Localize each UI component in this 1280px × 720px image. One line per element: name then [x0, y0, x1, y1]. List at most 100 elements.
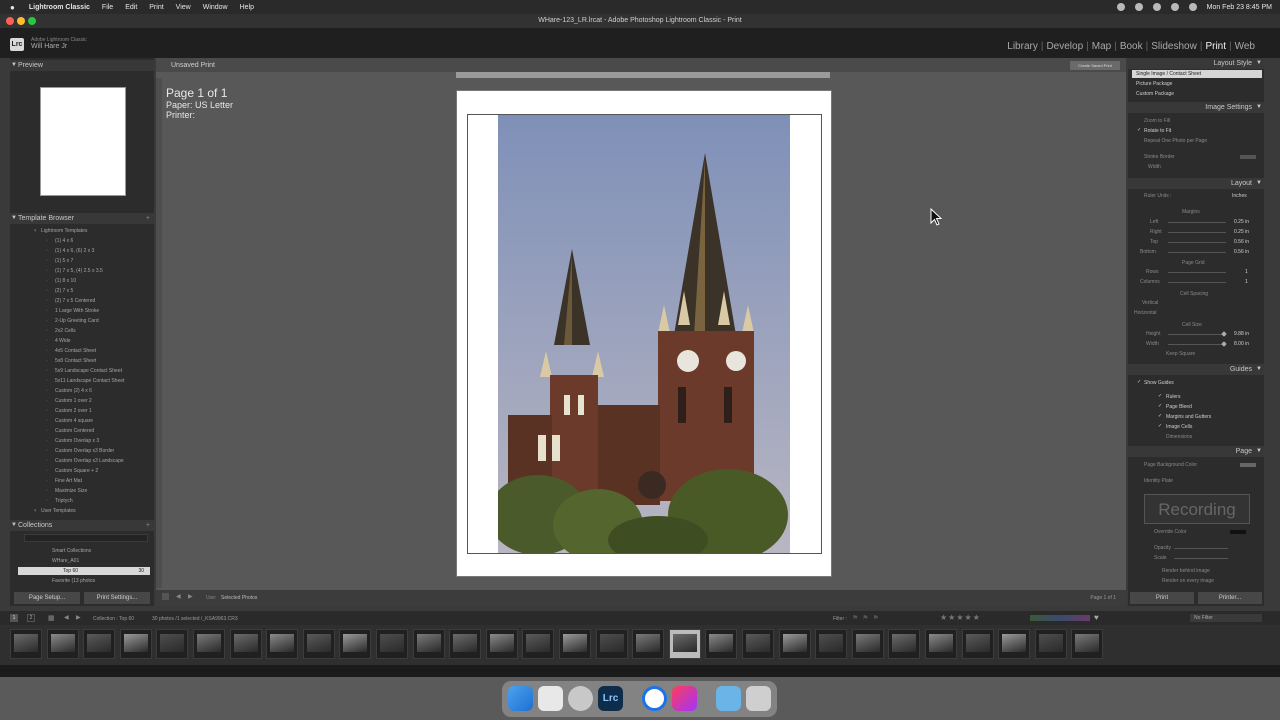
render-every-checkbox[interactable]: Render on every image: [1162, 578, 1214, 584]
filmstrip-thumbnail[interactable]: [485, 629, 518, 659]
zoom-to-fill-checkbox[interactable]: Zoom to Fill: [1144, 118, 1170, 124]
system-settings-icon[interactable]: [568, 686, 593, 711]
filmstrip-thumbnail[interactable]: [193, 629, 225, 659]
create-saved-print-button[interactable]: Create Saved Print: [1070, 61, 1120, 70]
menu-edit[interactable]: Edit: [125, 4, 137, 11]
ruler-units-select[interactable]: Inches: [1232, 193, 1247, 199]
page-header[interactable]: Page ▼: [1128, 446, 1264, 457]
filmstrip-thumbnail[interactable]: [961, 629, 994, 659]
template-item[interactable]: 5x8 Contact Sheet: [10, 356, 154, 366]
template-item[interactable]: Custom Square + 2: [10, 466, 154, 476]
preview-header[interactable]: ▼ Preview: [10, 60, 154, 71]
filmstrip-thumbnail[interactable]: [229, 629, 262, 659]
template-item[interactable]: Fine Art Mat: [10, 476, 154, 486]
height-slider[interactable]: [1168, 334, 1226, 335]
filmstrip-thumbnail[interactable]: [595, 629, 628, 659]
collapse-icon[interactable]: ▼: [1256, 364, 1262, 375]
template-item[interactable]: (1) 5 x 7: [10, 256, 154, 266]
page-background-checkbox[interactable]: Page Background Color: [1144, 462, 1197, 468]
template-item[interactable]: (1) 7 x 5, (4) 2.5 x 3.5: [10, 266, 154, 276]
template-item[interactable]: Maximize Size: [10, 486, 154, 496]
close-window-icon[interactable]: [6, 17, 14, 25]
search-icon[interactable]: [1188, 3, 1197, 11]
collapse-icon[interactable]: ▼: [1256, 446, 1262, 457]
filmstrip-thumbnail[interactable]: [778, 629, 811, 659]
render-behind-checkbox[interactable]: Render behind image: [1162, 568, 1210, 574]
filmstrip-thumbnail[interactable]: [266, 629, 299, 659]
filter-select[interactable]: No Filter: [1190, 614, 1262, 622]
add-template-icon[interactable]: +: [146, 213, 150, 224]
margin-left-value[interactable]: 0.25 in: [1234, 219, 1249, 225]
wifi-icon[interactable]: [1152, 3, 1161, 11]
collapse-icon[interactable]: ▼: [11, 520, 17, 531]
margin-bottom-value[interactable]: 0.56 in: [1234, 249, 1249, 255]
cell-width-slider[interactable]: [1168, 344, 1226, 345]
filmstrip-thumbnail[interactable]: [1034, 629, 1067, 659]
guides-header[interactable]: Guides ▼: [1128, 364, 1264, 375]
filmstrip-thumbnail[interactable]: [339, 629, 372, 659]
church-photo[interactable]: [498, 115, 790, 553]
template-item[interactable]: Custom Overlap x 3: [10, 436, 154, 446]
record-icon[interactable]: [1116, 3, 1125, 11]
filmstrip-thumbnail[interactable]: [10, 629, 42, 659]
template-folder-user[interactable]: User Templates: [10, 506, 154, 516]
show-guides-checkbox[interactable]: Show Guides: [1144, 380, 1174, 386]
filmstrip-thumbnail[interactable]: [998, 629, 1031, 659]
stroke-border-checkbox[interactable]: Stroke Border: [1144, 154, 1175, 160]
collections-header[interactable]: ▼ Collections +: [10, 520, 154, 531]
image-settings-header[interactable]: Image Settings ▼: [1128, 102, 1264, 113]
filmstrip-thumbnail[interactable]: [851, 629, 884, 659]
browser-icon[interactable]: [642, 686, 667, 711]
module-map[interactable]: Map: [1089, 41, 1114, 52]
apple-icon[interactable]: ●: [10, 3, 15, 12]
collapse-icon[interactable]: ▼: [1256, 102, 1262, 113]
use-selector[interactable]: Selected Photos: [221, 595, 257, 601]
collapse-icon[interactable]: ▼: [1256, 178, 1262, 189]
margin-top-slider[interactable]: [1168, 242, 1226, 243]
menu-view[interactable]: View: [176, 4, 191, 11]
color-label-filter[interactable]: [1030, 615, 1090, 621]
rows-slider[interactable]: [1168, 272, 1226, 273]
margin-top-value[interactable]: 0.56 in: [1234, 239, 1249, 245]
page-2-button[interactable]: 2: [27, 614, 35, 622]
layout-style-header[interactable]: Layout Style ▼: [1128, 58, 1264, 69]
margin-right-slider[interactable]: [1168, 232, 1226, 233]
override-color-checkbox[interactable]: Override Color: [1154, 529, 1187, 535]
filmstrip-thumbnail[interactable]: [742, 629, 774, 659]
layout-single-image[interactable]: Single Image / Contact Sheet: [1132, 70, 1262, 78]
template-item[interactable]: 4 Wide: [10, 336, 154, 346]
filmstrip-thumbnail[interactable]: [1071, 629, 1104, 659]
guide-checkbox[interactable]: Rulers: [1166, 394, 1180, 400]
filmstrip-thumbnail[interactable]: [522, 629, 555, 659]
menu-file[interactable]: File: [102, 4, 113, 11]
printer-button[interactable]: Printer...: [1198, 592, 1262, 604]
print-button[interactable]: Print: [1130, 592, 1194, 604]
template-item[interactable]: 5x11 Landscape Contact Sheet: [10, 376, 154, 386]
height-slider-knob[interactable]: [1221, 331, 1227, 337]
first-page-icon[interactable]: ◀: [176, 593, 181, 600]
template-item[interactable]: 2-Up Greeting Card: [10, 316, 154, 326]
template-item[interactable]: (1) 4 x 6, (6) 2 x 3: [10, 246, 154, 256]
filmstrip-thumbnail[interactable]: [668, 629, 701, 659]
template-browser-header[interactable]: ▼ Template Browser +: [10, 213, 154, 224]
flag-filter-icons[interactable]: ⚑⚑⚑: [852, 614, 883, 622]
battery-icon[interactable]: [1170, 3, 1179, 11]
filmstrip-thumbnail[interactable]: [412, 629, 445, 659]
forward-arrow-icon[interactable]: ▶: [76, 614, 81, 621]
margin-right-value[interactable]: 0.25 in: [1234, 229, 1249, 235]
rotate-to-fit-checkbox[interactable]: Rotate to Fit: [1144, 128, 1171, 134]
identity-plate-preview[interactable]: Recording: [1144, 494, 1250, 524]
template-item[interactable]: Custom Centered: [10, 426, 154, 436]
menu-app-name[interactable]: Lightroom Classic: [29, 4, 90, 11]
template-item[interactable]: Triptych: [10, 496, 154, 506]
smart-collections[interactable]: Smart Collections: [52, 548, 91, 554]
lightroom-classic-icon[interactable]: Lrc: [598, 686, 623, 711]
star-rating-filter-icon[interactable]: ★★★★★: [940, 613, 981, 622]
collection-set[interactable]: WHare_A01: [52, 558, 79, 564]
filmstrip-thumbnail[interactable]: [888, 629, 921, 659]
filmstrip-thumbnail[interactable]: [83, 629, 116, 659]
repeat-one-checkbox[interactable]: Repeat One Photo per Page: [1144, 138, 1207, 144]
module-slideshow[interactable]: Slideshow: [1148, 41, 1200, 52]
filmstrip-thumbnail[interactable]: [559, 629, 591, 659]
collapse-icon[interactable]: ▼: [11, 213, 17, 224]
